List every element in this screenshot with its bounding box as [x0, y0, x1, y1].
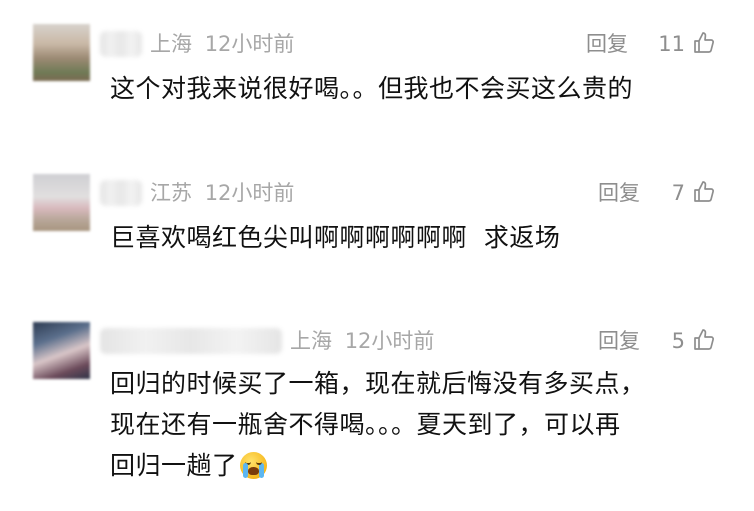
- location-text: 上海: [150, 32, 192, 56]
- comment-line: 回归的时候买了一箱，现在就后悔没有多买点，: [110, 369, 646, 398]
- timestamp: 12小时前: [204, 181, 295, 205]
- comment-line: 这个对我来说很好喝。。但我也不会买这么贵的: [110, 74, 634, 103]
- location-text: 江苏: [150, 181, 192, 205]
- comment-line: 回归一趟了: [110, 451, 238, 480]
- reply-button[interactable]: 回复: [586, 31, 628, 57]
- comment-item: 上海 12小时前 回复 11 这个对我来说很好喝。。但我也不会买这么贵的: [0, 0, 754, 150]
- username-redacted[interactable]: [100, 180, 142, 206]
- comment-text: 回归的时候买了一箱，现在就后悔没有多买点， 现在还有一瓶舍不得喝。。。夏天到了，…: [110, 363, 730, 486]
- thumbs-up-icon[interactable]: [692, 31, 716, 55]
- reply-button[interactable]: 回复: [598, 328, 640, 354]
- avatar[interactable]: [33, 322, 90, 379]
- comment-location: 上海 12小时前: [290, 328, 434, 354]
- timestamp: 12小时前: [344, 329, 435, 353]
- comment-text: 这个对我来说很好喝。。但我也不会买这么贵的: [110, 68, 730, 109]
- comment-last-line: 回归一趟了: [110, 445, 730, 486]
- username-redacted[interactable]: [100, 31, 142, 57]
- like-count: 11: [658, 32, 685, 56]
- avatar[interactable]: [33, 174, 90, 231]
- crying-face-icon: [239, 452, 267, 479]
- comment-item: 江苏 12小时前 回复 7 巨喜欢喝红色尖叫啊啊啊啊啊啊 求返场: [0, 150, 754, 300]
- comment-line: 巨喜欢喝红色尖叫啊啊啊啊啊啊 求返场: [110, 223, 561, 252]
- username-redacted[interactable]: [100, 328, 282, 354]
- like-count: 7: [671, 181, 685, 205]
- comment-location: 江苏 12小时前: [150, 180, 294, 206]
- timestamp: 12小时前: [204, 32, 295, 56]
- thumbs-up-icon[interactable]: [692, 180, 716, 204]
- location-text: 上海: [290, 329, 332, 353]
- comment-line: 现在还有一瓶舍不得喝。。。夏天到了，可以再: [110, 410, 621, 439]
- reply-button[interactable]: 回复: [598, 180, 640, 206]
- comment-item: 上海 12小时前 回复 5 回归的时候买了一箱，现在就后悔没有多买点， 现在还有…: [0, 300, 754, 511]
- like-count: 5: [671, 329, 685, 353]
- comment-text: 巨喜欢喝红色尖叫啊啊啊啊啊啊 求返场: [110, 217, 730, 258]
- avatar[interactable]: [33, 24, 90, 81]
- comment-location: 上海 12小时前: [150, 31, 294, 57]
- thumbs-up-icon[interactable]: [692, 328, 716, 352]
